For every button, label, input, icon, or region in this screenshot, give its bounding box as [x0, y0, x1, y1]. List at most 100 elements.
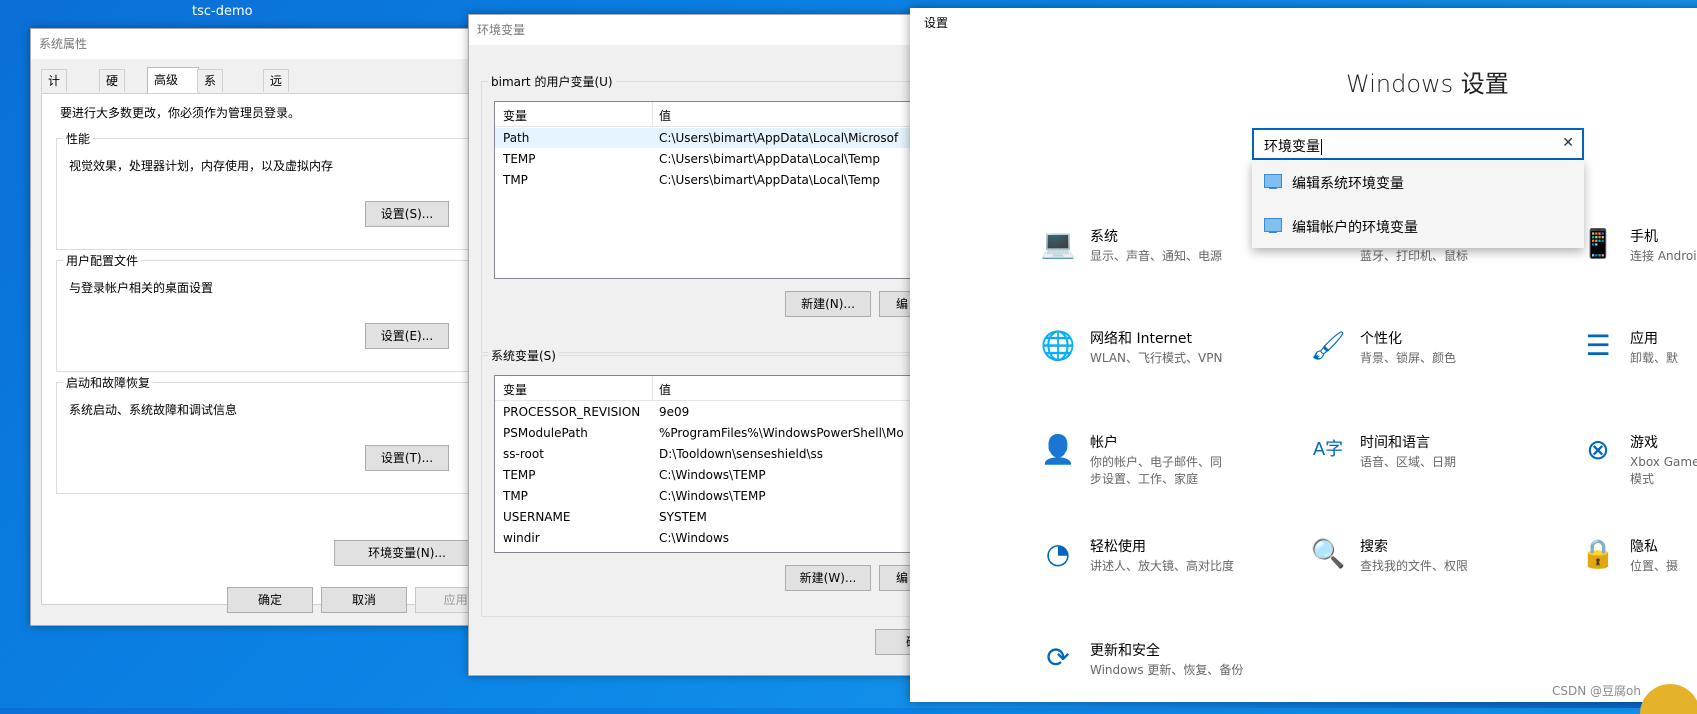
list-header: 变量 值 [495, 102, 925, 127]
group-desc: 视觉效果，处理器计划，内存使用，以及虚拟内存 [69, 159, 334, 173]
group-label: 启动和故障恢复 [63, 374, 154, 391]
variable-value: C:\Windows\TEMP [659, 489, 766, 503]
update-icon: ⟳ [1046, 641, 1070, 674]
category-update-security[interactable]: ⟳ 更新和安全 Windows 更新、恢复、备份 [1040, 640, 1310, 702]
category-name: 手机 [1630, 229, 1658, 245]
control-panel-icon [1264, 174, 1282, 189]
category-desc: WLAN、飞行模式、VPN [1090, 351, 1223, 365]
group-desc: 系统启动、系统故障和调试信息 [69, 403, 238, 417]
category-search[interactable]: 🔍 搜索 查找我的文件、权限 [1310, 536, 1580, 606]
ok-button[interactable]: 确定 [227, 587, 313, 613]
startup-recovery-settings-button[interactable]: 设置(T)... [365, 445, 449, 471]
group-label: 用户配置文件 [63, 252, 142, 269]
user-variables-list[interactable]: 变量 值 Path C:\Users\bimart\AppData\Local\… [494, 101, 926, 279]
column-header-variable[interactable]: 变量 [503, 107, 527, 124]
column-header-value[interactable]: 值 [659, 381, 671, 398]
variable-value: C:\Users\bimart\AppData\Local\Microsof [659, 131, 899, 145]
category-desc: 语音、区域、日期 [1360, 455, 1457, 469]
table-row[interactable]: Path C:\Users\bimart\AppData\Local\Micro… [495, 128, 925, 148]
table-row[interactable]: windir C:\Windows [495, 528, 925, 548]
category-desc: 位置、摄 [1630, 559, 1679, 573]
category-gaming[interactable]: ⊗ 游戏 Xbox Game 模式 [1580, 432, 1697, 502]
table-row[interactable]: TMP C:\Users\bimart\AppData\Local\Temp [495, 170, 925, 190]
phone-icon: 📱 [1580, 227, 1616, 260]
variable-name: USERNAME [503, 510, 571, 524]
category-apps[interactable]: ☰ 应用 卸载、默 [1580, 328, 1697, 398]
column-separator [652, 102, 653, 126]
lock-icon: 🔒 [1580, 537, 1616, 570]
tab-advanced[interactable]: 高级 [147, 67, 199, 94]
category-desc: Xbox Game 模式 [1630, 455, 1697, 486]
search-value: 环境变量 [1264, 139, 1320, 155]
variable-value: D:\Tooldown\senseshield\ss [659, 447, 824, 461]
environment-variables-window: 环境变量 bimart 的用户变量(U) 变量 值 Path C:\Users\… [468, 14, 939, 676]
startup-recovery-group: 启动和故障恢复 系统启动、系统故障和调试信息 设置(T)... [56, 374, 508, 494]
variable-name: TEMP [503, 468, 536, 482]
personalize-icon: 🖌 [1310, 329, 1346, 362]
search-result-item[interactable]: 编辑系统环境变量 [1252, 160, 1584, 204]
ease-of-access-icon: ◔ [1045, 537, 1071, 570]
watermark: CSDN @豆腐oh [1552, 684, 1641, 698]
variable-value: 9e09 [659, 405, 690, 419]
group-label: 性能 [63, 130, 94, 147]
variable-value: C:\Windows [659, 531, 730, 545]
category-name: 应用 [1630, 331, 1658, 347]
environment-variables-button[interactable]: 环境变量(N)... [334, 540, 480, 566]
category-network[interactable]: 🌐 网络和 Internet WLAN、飞行模式、VPN [1040, 328, 1310, 398]
tab-remote[interactable]: 远程 [263, 69, 290, 110]
list-header: 变量 值 [495, 376, 925, 401]
tab-system-protection[interactable]: 系统保护 [197, 69, 224, 154]
globe-icon: 🌐 [1040, 329, 1076, 362]
category-name: 帐户 [1090, 435, 1118, 451]
variable-name: TMP [503, 173, 528, 187]
table-row[interactable]: PROCESSOR_REVISION 9e09 [495, 402, 925, 422]
variable-name: Path [503, 131, 530, 145]
system-variables-list[interactable]: 变量 值 PROCESSOR_REVISION 9e09 PSModulePath… [494, 375, 926, 553]
variable-name: TEMP [503, 152, 536, 166]
table-row[interactable]: ss-root D:\Tooldown\senseshield\ss [495, 444, 925, 464]
performance-settings-button[interactable]: 设置(S)... [365, 201, 449, 227]
category-desc: 查找我的文件、权限 [1360, 559, 1469, 573]
user-profiles-settings-button[interactable]: 设置(E)... [365, 323, 449, 349]
category-desc: 显示、声音、通知、电源 [1090, 249, 1223, 263]
variable-name: TMP [503, 489, 528, 503]
group-label: bimart 的用户变量(U) [488, 73, 616, 90]
variable-value: %ProgramFiles%\WindowsPowerShell\Mo [659, 426, 904, 440]
table-row[interactable]: PSModulePath %ProgramFiles%\WindowsPowerS… [495, 423, 925, 443]
tab-computer-name[interactable]: 计算机名 [41, 69, 68, 154]
category-ease-of-access[interactable]: ◔ 轻松使用 讲述人、放大镜、高对比度 [1040, 536, 1310, 606]
table-row[interactable]: TMP C:\Windows\TEMP [495, 486, 925, 506]
tab-hardware[interactable]: 硬件 [99, 69, 126, 110]
result-label: 编辑系统环境变量 [1292, 176, 1404, 192]
column-header-value[interactable]: 值 [659, 107, 671, 124]
table-row[interactable]: USERNAME SYSTEM [495, 507, 925, 527]
table-row[interactable]: TEMP C:\Users\bimart\AppData\Local\Temp [495, 149, 925, 169]
category-phone[interactable]: 📱 手机 连接 Androi [1580, 226, 1697, 296]
variable-name: ss-root [503, 447, 544, 461]
user-new-button[interactable]: 新建(N)... [785, 291, 871, 317]
variable-name: PROCESSOR_REVISION [503, 405, 641, 419]
category-time-language[interactable]: A字 时间和语言 语音、区域、日期 [1310, 432, 1580, 502]
result-label: 编辑帐户的环境变量 [1292, 220, 1418, 236]
category-accounts[interactable]: 👤 帐户 你的帐户、电子邮件、同步设置、工作、家庭 [1040, 432, 1310, 502]
table-row[interactable]: TEMP C:\Windows\TEMP [495, 465, 925, 485]
column-header-variable[interactable]: 变量 [503, 381, 527, 398]
close-icon[interactable]: ✕ [1562, 135, 1574, 151]
category-name: 网络和 Internet [1090, 331, 1193, 347]
system-new-button[interactable]: 新建(W)... [785, 565, 871, 591]
category-desc: 卸载、默 [1630, 351, 1679, 365]
search-result-item[interactable]: 编辑帐户的环境变量 [1252, 204, 1584, 248]
admin-note: 要进行大多数更改，你必须作为管理员登录。 [60, 106, 301, 120]
category-name: 游戏 [1630, 435, 1658, 451]
text-caret [1321, 139, 1322, 155]
variable-name: PSModulePath [503, 426, 588, 440]
category-desc: 讲述人、放大镜、高对比度 [1090, 559, 1235, 573]
category-personalization[interactable]: 🖌 个性化 背景、锁屏、颜色 [1310, 328, 1580, 398]
control-panel-icon [1264, 218, 1282, 233]
category-privacy[interactable]: 🔒 隐私 位置、摄 [1580, 536, 1697, 606]
cancel-button[interactable]: 取消 [321, 587, 407, 613]
performance-group: 性能 视觉效果，处理器计划，内存使用，以及虚拟内存 设置(S)... [56, 130, 508, 250]
window-title: 设置 [924, 16, 949, 30]
laptop-icon: 💻 [1040, 227, 1076, 260]
search-input[interactable]: 环境变量 ✕ [1252, 128, 1584, 160]
